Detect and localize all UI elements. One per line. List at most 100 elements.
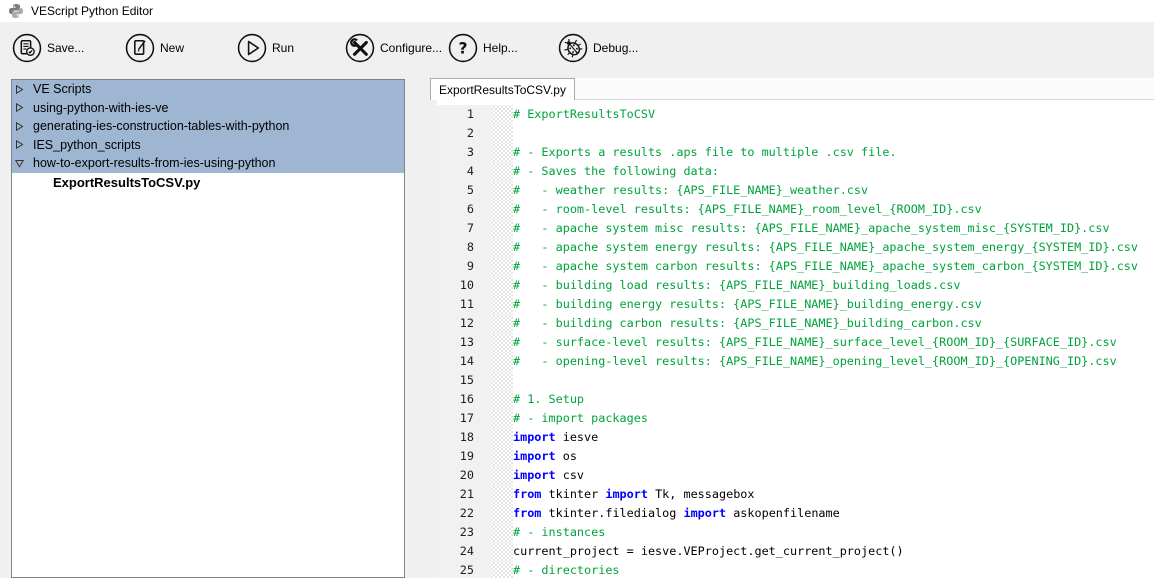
code-line[interactable]: 2 (437, 124, 1154, 143)
tree-item-label: ExportResultsToCSV.py (53, 175, 200, 190)
code-text[interactable]: # - building carbon results: {APS_FILE_N… (513, 314, 1154, 333)
code-line[interactable]: 19 import os (437, 447, 1154, 466)
code-line[interactable]: 25# - directories (437, 561, 1154, 578)
collapsed-arrow-icon[interactable] (15, 140, 24, 149)
fold-margin (492, 257, 513, 276)
code-line[interactable]: 12 # - building carbon results: {APS_FILE… (437, 314, 1154, 333)
code-text[interactable]: # - building energy results: {APS_FILE_N… (513, 295, 1154, 314)
code-text[interactable]: # - surface-level results: {APS_FILE_NAM… (513, 333, 1154, 352)
tab-exportresultstocsv[interactable]: ExportResultsToCSV.py (430, 78, 575, 100)
code-text[interactable]: # - apache system misc results: {APS_FIL… (513, 219, 1154, 238)
code-text[interactable]: from tkinter import Tk, messagebox (513, 485, 1154, 504)
new-button[interactable]: New (125, 32, 184, 63)
code-line[interactable]: 3# - Exports a results .aps file to mult… (437, 143, 1154, 162)
line-number: 22 (437, 504, 492, 523)
code-text[interactable]: # - import packages (513, 409, 1154, 428)
tree-item-ve-scripts[interactable]: VE Scripts (12, 80, 404, 99)
line-number: 2 (437, 124, 492, 143)
code-line[interactable]: 21from tkinter import Tk, messagebox (437, 485, 1154, 504)
code-line[interactable]: 23 # - instances (437, 523, 1154, 542)
configure-button[interactable]: Configure... (345, 32, 442, 63)
configure-icon (345, 33, 375, 63)
fold-margin (492, 428, 513, 447)
code-line[interactable]: 5 # - weather results: {APS_FILE_NAME}_we… (437, 181, 1154, 200)
save-icon (12, 33, 42, 63)
code-text[interactable]: # - weather results: {APS_FILE_NAME}_wea… (513, 181, 1154, 200)
code-text[interactable]: # - apache system energy results: {APS_F… (513, 238, 1154, 257)
code-text[interactable]: current_project = iesve.VEProject.get_cu… (513, 542, 1154, 561)
script-tree[interactable]: VE Scripts using-python-with-ies-ve genera… (11, 79, 405, 578)
code-line[interactable]: 8# - apache system energy results: {APS_… (437, 238, 1154, 257)
code-text[interactable]: # - room-level results: {APS_FILE_NAME}_… (513, 200, 1154, 219)
code-text[interactable]: import iesve (513, 428, 1154, 447)
fold-margin (492, 352, 513, 371)
tree-item-how-to-export-results-from-ies-using-python[interactable]: how-to-export-results-from-ies-using-pyt… (12, 154, 404, 173)
code-line[interactable]: 1 # ExportResultsToCSV (437, 105, 1154, 124)
code-line[interactable]: 15 (437, 371, 1154, 390)
run-icon (237, 33, 267, 63)
run-button[interactable]: Run (237, 32, 294, 63)
help-icon: ? (448, 33, 478, 63)
code-line[interactable]: 4 # - Saves the following data: (437, 162, 1154, 181)
code-text[interactable]: # - apache system carbon results: {APS_F… (513, 257, 1154, 276)
code-line[interactable]: 10# - building load results: {APS_FILE_N… (437, 276, 1154, 295)
line-number: 5 (437, 181, 492, 200)
code-text[interactable]: # - instances (513, 523, 1154, 542)
line-number: 9 (437, 257, 492, 276)
fold-margin (492, 219, 513, 238)
help-button[interactable]: ?Help... (448, 32, 518, 63)
line-number: 18 (437, 428, 492, 447)
collapsed-arrow-icon[interactable] (15, 103, 24, 112)
code-text[interactable] (513, 124, 1154, 143)
code-line[interactable]: 24current_project = iesve.VEProject.get_… (437, 542, 1154, 561)
fold-margin (492, 124, 513, 143)
code-line[interactable]: 7# - apache system misc results: {APS_FI… (437, 219, 1154, 238)
code-line[interactable]: 11 # - building energy results: {APS_FILE… (437, 295, 1154, 314)
code-text[interactable]: # - Saves the following data: (513, 162, 1154, 181)
code-line[interactable]: 6# - room-level results: {APS_FILE_NAME}… (437, 200, 1154, 219)
code-text[interactable]: # - building load results: {APS_FILE_NAM… (513, 276, 1154, 295)
code-text[interactable]: import csv (513, 466, 1154, 485)
fold-margin (492, 409, 513, 428)
line-number: 4 (437, 162, 492, 181)
line-number: 12 (437, 314, 492, 333)
code-line[interactable]: 22 from tkinter.filedialog import askopen… (437, 504, 1154, 523)
code-text[interactable]: # 1. Setup (513, 390, 1154, 409)
fold-margin (492, 333, 513, 352)
tree-item-ies-python-scripts[interactable]: IES_python_scripts (12, 136, 404, 155)
line-number: 1 (437, 105, 492, 124)
code-text[interactable]: # ExportResultsToCSV (513, 105, 1154, 124)
code-line[interactable]: 9 # - apache system carbon results: {APS_… (437, 257, 1154, 276)
collapsed-arrow-icon[interactable] (15, 85, 24, 94)
code-text[interactable]: # - directories (513, 561, 1154, 578)
code-line[interactable]: 17# - import packages (437, 409, 1154, 428)
code-line[interactable]: 16# 1. Setup (437, 390, 1154, 409)
line-number: 11 (437, 295, 492, 314)
toolbar: Save... New Run Configure...?Help... Debug..… (0, 22, 1154, 78)
code-line[interactable]: 14# - opening-level results: {APS_FILE_N… (437, 352, 1154, 371)
code-line[interactable]: 13 # - surface-level results: {APS_FILE_N… (437, 333, 1154, 352)
line-number: 13 (437, 333, 492, 352)
code-text[interactable]: # - opening-level results: {APS_FILE_NAM… (513, 352, 1154, 371)
tree-item-generating-ies-construction-tables-with-python[interactable]: generating-ies-construction-tables-with-… (12, 117, 404, 136)
expanded-arrow-icon[interactable] (15, 159, 24, 168)
code-text[interactable]: import os (513, 447, 1154, 466)
fold-margin (492, 314, 513, 333)
save-button[interactable]: Save... (12, 32, 84, 63)
code-line[interactable]: 18 import iesve (437, 428, 1154, 447)
code-text[interactable]: # - Exports a results .aps file to multi… (513, 143, 1154, 162)
tree-item-label: using-python-with-ies-ve (33, 101, 168, 115)
fold-margin (492, 162, 513, 181)
code-line[interactable]: 20import csv (437, 466, 1154, 485)
save-button-label: Save... (47, 41, 84, 55)
line-number: 19 (437, 447, 492, 466)
code-text[interactable] (513, 371, 1154, 390)
code-editor[interactable]: 1# ExportResultsToCSV23# - Exports a res… (437, 100, 1154, 578)
line-number: 23 (437, 523, 492, 542)
tree-item-exportresultstocsv-py[interactable]: ExportResultsToCSV.py (12, 173, 404, 193)
fold-margin (492, 238, 513, 257)
debug-button[interactable]: Debug... (558, 32, 638, 63)
tree-item-using-python-with-ies-ve[interactable]: using-python-with-ies-ve (12, 99, 404, 118)
code-text[interactable]: from tkinter.filedialog import askopenfi… (513, 504, 1154, 523)
collapsed-arrow-icon[interactable] (15, 122, 24, 131)
